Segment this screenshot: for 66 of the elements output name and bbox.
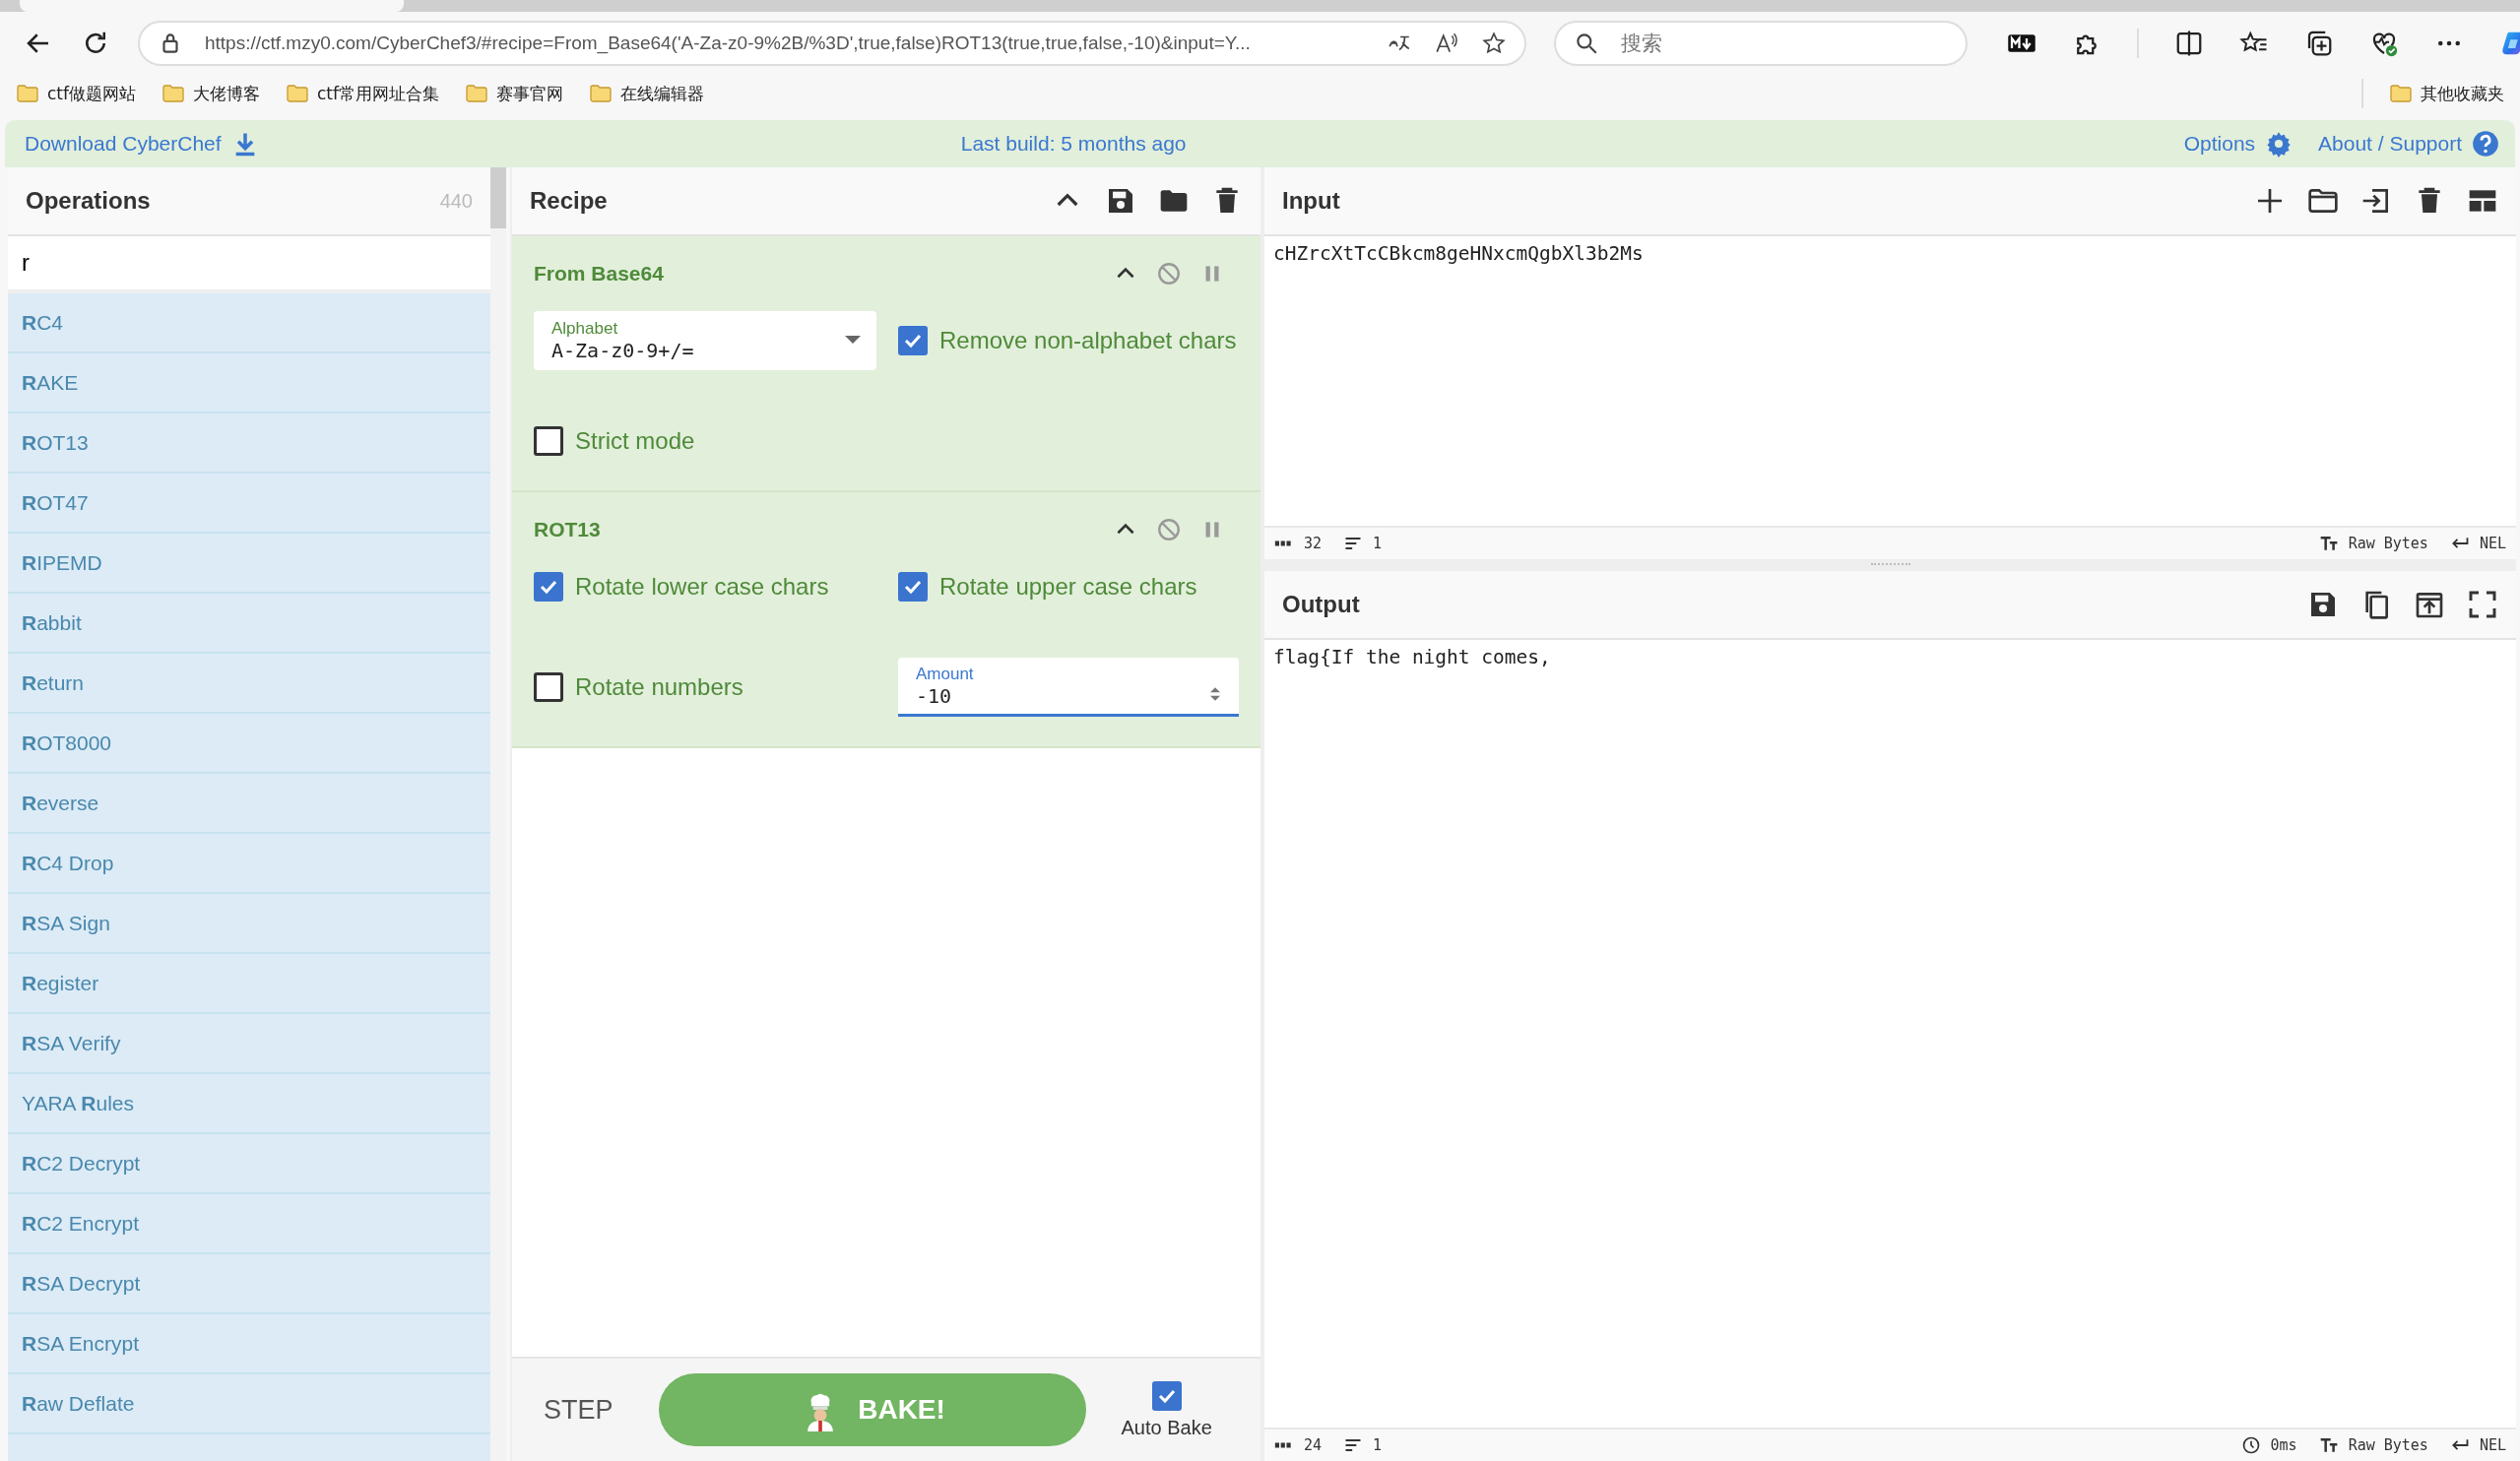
bookmark-folder[interactable]: 其他收藏夹	[2389, 82, 2504, 105]
folder-icon	[16, 82, 39, 105]
search-field[interactable]: 搜索	[1554, 20, 1968, 66]
clock-icon	[2240, 1435, 2261, 1455]
bookmark-folder[interactable]: 在线编辑器	[589, 82, 704, 105]
panel-title: Output	[1282, 591, 1360, 618]
checkbox[interactable]	[898, 326, 928, 355]
number-field[interactable]: Amount -10	[898, 658, 1239, 717]
url-text: https://ctf.mzy0.com/CyberChef3/#recipe=From_Base64('A-Za-z0-9%2B/%3D',true,false)ROT13(true,true,false,-10)&input=Y...	[205, 32, 1252, 54]
last-build-text: Last build: 5 months ago	[960, 132, 1187, 156]
text-size-icon	[2318, 1435, 2339, 1455]
status-text: 1	[1373, 1436, 1383, 1454]
status-text: 24	[1304, 1436, 1323, 1454]
bookmark-folder[interactable]: 大佬博客	[162, 82, 260, 105]
bookmark-folder[interactable]: ctf做题网站	[16, 82, 136, 105]
field-value: A-Za-z0-9+/=	[551, 339, 694, 362]
address-bar[interactable]: https://ctf.mzy0.com/CyberChef3/#recipe=From_Base64('A-Za-z0-9%2B/%3D',true,false)ROT13(true,true,false,-10)&input=Y...	[138, 20, 1526, 66]
folder-icon	[286, 82, 309, 105]
options-link[interactable]: Options	[2183, 130, 2294, 158]
folder-icon	[162, 82, 185, 105]
field-label: Amount	[916, 664, 975, 684]
about-link[interactable]: About / Support	[2318, 130, 2499, 158]
checkbox-label: Rotate lower case chars	[575, 573, 829, 601]
folder-icon	[589, 82, 613, 105]
step-title: ROT13	[534, 518, 601, 541]
checkbox[interactable]	[534, 672, 563, 702]
checkbox-label: Rotate upper case chars	[939, 573, 1197, 601]
text-size-icon	[2318, 534, 2339, 553]
field-value: -10	[916, 683, 952, 708]
checkbox-label: Auto Bake	[1121, 1416, 1212, 1439]
input-text[interactable]: cHZrcXtTcCBkcm8geHNxcmQgbXl3b2Ms	[1273, 242, 1644, 265]
maximize-icon[interactable]	[2467, 589, 2498, 620]
checkbox[interactable]	[534, 572, 563, 602]
folder-icon	[2389, 82, 2413, 105]
panel-title: Recipe	[530, 187, 608, 215]
folder-icon	[465, 82, 488, 105]
checkbox[interactable]	[898, 572, 928, 602]
scrollbar[interactable]	[490, 167, 506, 228]
caret-icon	[845, 336, 861, 344]
star-icon[interactable]	[1481, 30, 1507, 56]
status-text: NEL	[2479, 535, 2506, 552]
output-text: flag{If the night comes,	[1273, 646, 1551, 668]
bake-button[interactable]: BAKE!	[658, 1373, 1086, 1446]
checkbox-label: Rotate numbers	[575, 673, 743, 701]
panel-title: Operations	[26, 187, 151, 215]
bookmark-folder[interactable]: 赛事官网	[465, 82, 563, 105]
status-text: NEL	[2479, 1436, 2506, 1454]
operation-count: 440	[439, 189, 473, 213]
status-text: 1	[1373, 535, 1383, 552]
field-label: Alphabet	[551, 319, 619, 339]
step-title: From Base64	[534, 262, 664, 286]
status-text: 32	[1304, 535, 1323, 552]
checkbox-label: Strict mode	[575, 427, 695, 455]
download-link[interactable]: Download CyberChef	[25, 130, 259, 158]
status-text: 0ms	[2270, 1436, 2297, 1454]
bookmark-folder[interactable]: ctf常用网址合集	[286, 82, 439, 105]
help-icon	[2472, 130, 2499, 158]
checkbox-label: Remove non-alphabet chars	[939, 327, 1237, 354]
status-text: Raw Bytes	[2348, 1436, 2428, 1454]
checkbox[interactable]	[534, 426, 563, 456]
resize-handle[interactable]	[1870, 562, 1910, 568]
step-button[interactable]: STEP	[534, 1384, 623, 1435]
panel-title: Input	[1282, 187, 1340, 215]
status-text: Raw Bytes	[2348, 535, 2428, 552]
dropdown-field[interactable]: Alphabet A-Za-z0-9+/=	[534, 311, 876, 370]
checkbox[interactable]	[1151, 1380, 1182, 1411]
